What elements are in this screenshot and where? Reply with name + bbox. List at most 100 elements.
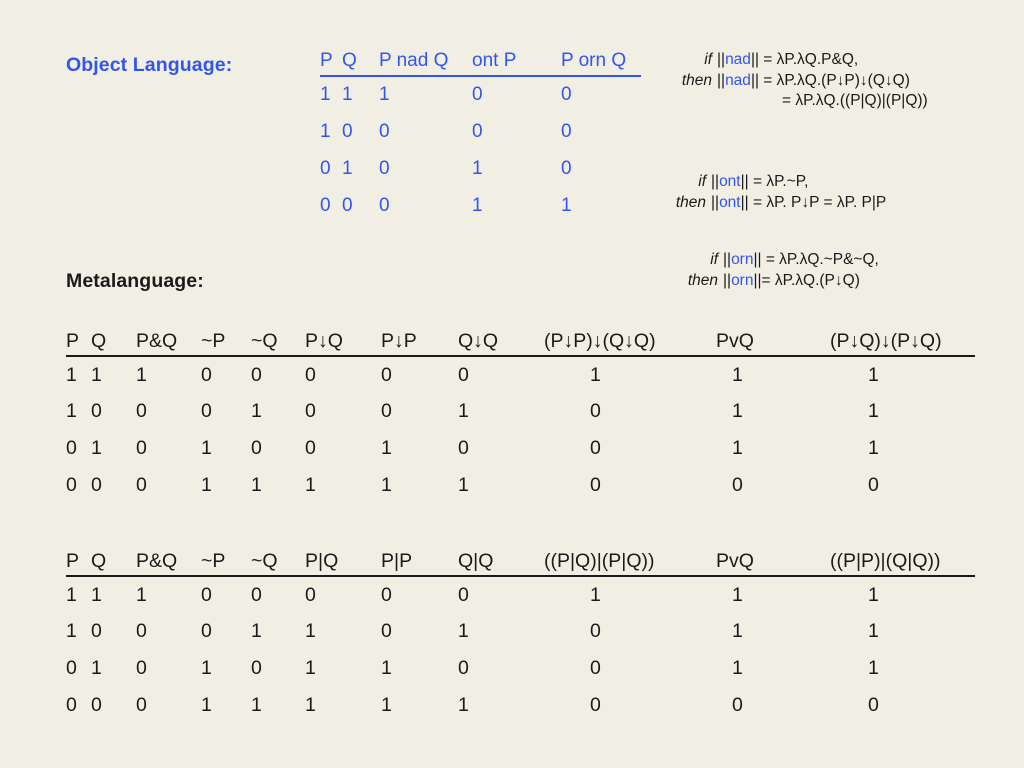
table-cell: 1 xyxy=(732,657,743,680)
table-cell: 1 xyxy=(381,657,392,680)
table-cell: 0 xyxy=(305,583,316,606)
annotation-keyword: then xyxy=(687,271,718,289)
table-cell: 1 xyxy=(251,620,262,643)
table-row: 0 0 0 1 1 xyxy=(320,187,641,224)
table-cell: 1 xyxy=(320,84,331,106)
column-header: ((P|Q)|(P|Q)) xyxy=(544,550,716,578)
table-cell: 1 xyxy=(136,363,147,386)
annotation-nad: if ||nad|| = λP.λQ.P&Q, then ||nad|| = λP.… xyxy=(660,50,928,112)
table-cell: 1 xyxy=(458,474,469,497)
table-cell: 1 xyxy=(66,620,77,643)
table-cell: 0 xyxy=(305,363,316,386)
table-cell: 1 xyxy=(305,657,316,680)
table-cell: 0 xyxy=(66,657,77,680)
table-cell: 0 xyxy=(320,194,331,216)
annotation-post: || = λP.λQ.(P↓P)↓(Q↓Q) xyxy=(750,71,910,89)
table-header-row: P Q P&Q ~P ~Q P↓Q P↓P Q↓Q (P↓P)↓(Q↓Q) Pv… xyxy=(66,330,975,358)
table-cell: 1 xyxy=(868,400,879,423)
table-cell: 1 xyxy=(201,657,212,680)
table-cell: 0 xyxy=(561,120,572,142)
column-header: (P↓P)↓(Q↓Q) xyxy=(544,330,716,358)
annotation-line: if ||ont|| = λP.~P, xyxy=(660,172,886,193)
column-header: P↓P xyxy=(381,330,458,358)
table-cell: 1 xyxy=(561,194,572,216)
table-cell: 0 xyxy=(136,437,147,460)
column-header: P↓Q xyxy=(305,330,381,358)
annotation-term: nad xyxy=(725,71,751,89)
table-cell: 0 xyxy=(342,194,353,216)
annotation-keyword: then xyxy=(681,71,712,89)
table-cell: 0 xyxy=(381,400,392,423)
table-cell: 0 xyxy=(590,694,601,717)
table-row: 0 1 0 1 0 0 1 0 0 1 1 xyxy=(66,430,975,467)
table-cell: 1 xyxy=(342,84,353,106)
column-header: P|Q xyxy=(305,550,381,578)
table-cell: 0 xyxy=(590,657,601,680)
column-header: P orn Q xyxy=(561,50,641,77)
table-cell: 0 xyxy=(381,363,392,386)
column-header: P&Q xyxy=(136,550,201,578)
table-cell: 1 xyxy=(732,583,743,606)
object-language-truth-table: P Q P nad Q ont P P orn Q 1 1 1 0 0 1 0 … xyxy=(320,50,641,224)
column-header: ~P xyxy=(201,550,251,578)
table-cell: 0 xyxy=(91,400,102,423)
table-cell: 0 xyxy=(305,437,316,460)
column-header: P xyxy=(66,330,91,358)
annotation-post: ||= λP.λQ.(P↓Q) xyxy=(753,271,860,289)
object-language-heading: Object Language: xyxy=(66,54,233,76)
metalanguage-nor-truth-table: P Q P&Q ~P ~Q P↓Q P↓P Q↓Q (P↓P)↓(Q↓Q) Pv… xyxy=(66,330,975,504)
column-header: Q xyxy=(91,330,136,358)
table-row: 1 0 0 0 0 xyxy=(320,113,641,150)
table-cell: 0 xyxy=(320,157,331,179)
table-header-row: P Q P&Q ~P ~Q P|Q P|P Q|Q ((P|Q)|(P|Q)) … xyxy=(66,550,975,578)
table-cell: 0 xyxy=(590,474,601,497)
column-header: ~Q xyxy=(251,330,305,358)
annotation-pre: || xyxy=(717,51,726,68)
table-cell: 1 xyxy=(868,437,879,460)
column-header: P xyxy=(320,50,342,77)
column-header: PvQ xyxy=(716,330,830,358)
table-cell: 0 xyxy=(251,437,262,460)
table-cell: 0 xyxy=(379,120,390,142)
table-cell: 1 xyxy=(868,620,879,643)
table-cell: 0 xyxy=(590,437,601,460)
annotation-pre: || xyxy=(711,173,720,190)
metalanguage-heading: Metalanguage: xyxy=(66,270,204,292)
table-row: 0 1 0 1 0 xyxy=(320,150,641,187)
table-cell: 1 xyxy=(201,474,212,497)
table-cell: 0 xyxy=(136,400,147,423)
table-cell: 0 xyxy=(381,583,392,606)
table-cell: 1 xyxy=(136,583,147,606)
table-cell: 1 xyxy=(868,363,879,386)
column-header: Q xyxy=(91,550,136,578)
table-cell: 1 xyxy=(868,657,879,680)
table-cell: 1 xyxy=(381,694,392,717)
table-cell: 0 xyxy=(590,620,601,643)
annotation-ont: if ||ont|| = λP.~P, then ||ont|| = λP. P↓P… xyxy=(660,172,886,213)
table-row: 1 1 1 0 0 0 0 0 1 1 1 xyxy=(66,576,975,613)
table-row: 1 0 0 0 1 1 0 1 0 1 1 xyxy=(66,613,975,650)
metalanguage-nand-truth-table: P Q P&Q ~P ~Q P|Q P|P Q|Q ((P|Q)|(P|Q)) … xyxy=(66,550,975,724)
table-cell: 0 xyxy=(136,657,147,680)
table-cell: 0 xyxy=(136,694,147,717)
annotation-post: = λP.λQ.((P|Q)|(P|Q)) xyxy=(782,92,928,110)
annotation-post: || = λP. P↓P = λP. P|P xyxy=(740,193,887,211)
annotation-term: orn xyxy=(731,251,754,268)
annotation-term: ont xyxy=(719,193,741,211)
table-row: 1 0 0 0 1 0 0 1 0 1 1 xyxy=(66,393,975,430)
table-cell: 1 xyxy=(868,583,879,606)
table-cell: 1 xyxy=(458,620,469,643)
table-cell: 0 xyxy=(91,620,102,643)
column-header: ((P|P)|(Q|Q)) xyxy=(830,550,975,578)
table-cell: 1 xyxy=(342,157,353,179)
table-cell: 0 xyxy=(251,363,262,386)
table-cell: 1 xyxy=(66,363,77,386)
annotation-keyword: if xyxy=(704,51,712,68)
table-cell: 1 xyxy=(472,157,483,179)
column-header: P nad Q xyxy=(379,50,472,77)
column-header: ~Q xyxy=(251,550,305,578)
annotation-pre: || xyxy=(717,71,726,89)
table-cell: 1 xyxy=(472,194,483,216)
annotation-term: nad xyxy=(725,51,751,68)
table-row: 0 0 0 1 1 1 1 1 0 0 0 xyxy=(66,467,975,504)
